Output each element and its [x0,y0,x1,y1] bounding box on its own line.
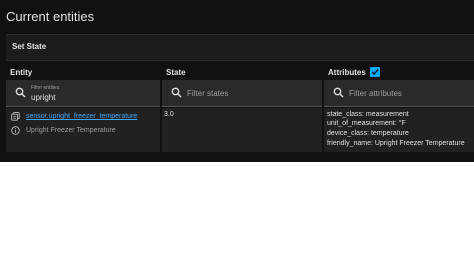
state-cell [162,108,322,152]
entity-id-link[interactable]: sensor.upright_freezer_temperature [26,113,137,120]
set-state-label: Set State [12,42,47,51]
more-info-icon[interactable] [11,112,20,121]
search-icon [171,87,182,98]
attribute-line: state_class: measurement [327,111,409,118]
filter-attributes-field[interactable]: Filter attributes [324,80,474,107]
set-state-section[interactable]: Set State [6,34,474,61]
entity-column-header[interactable]: Entity [10,68,32,77]
filter-entities-value[interactable]: upright [31,93,55,102]
checkmark-icon [371,69,379,76]
entity-friendly-name: Upright Freezer Temperature [26,127,116,134]
info-icon [11,126,20,135]
filter-entities-field[interactable]: Filter entities upright [6,80,160,107]
attributes-checkbox[interactable] [370,67,380,77]
entity-state-value: 3.0 [164,111,174,118]
attributes-column-header: Attributes [328,68,366,77]
attribute-line: device_class: temperature [327,130,409,137]
attribute-line: friendly_name: Upright Freezer Temperatu… [327,140,465,147]
filter-states-field[interactable]: Filter states [162,80,322,107]
filter-attributes-placeholder: Filter attributes [349,89,402,98]
filter-entities-label: Filter entities [31,85,60,91]
search-icon [15,87,26,98]
filter-states-placeholder: Filter states [187,89,229,98]
page-title: Current entities [6,9,95,24]
attribute-line: unit_of_measurement: °F [327,120,406,127]
search-icon [333,87,344,98]
state-column-header[interactable]: State [166,68,186,77]
